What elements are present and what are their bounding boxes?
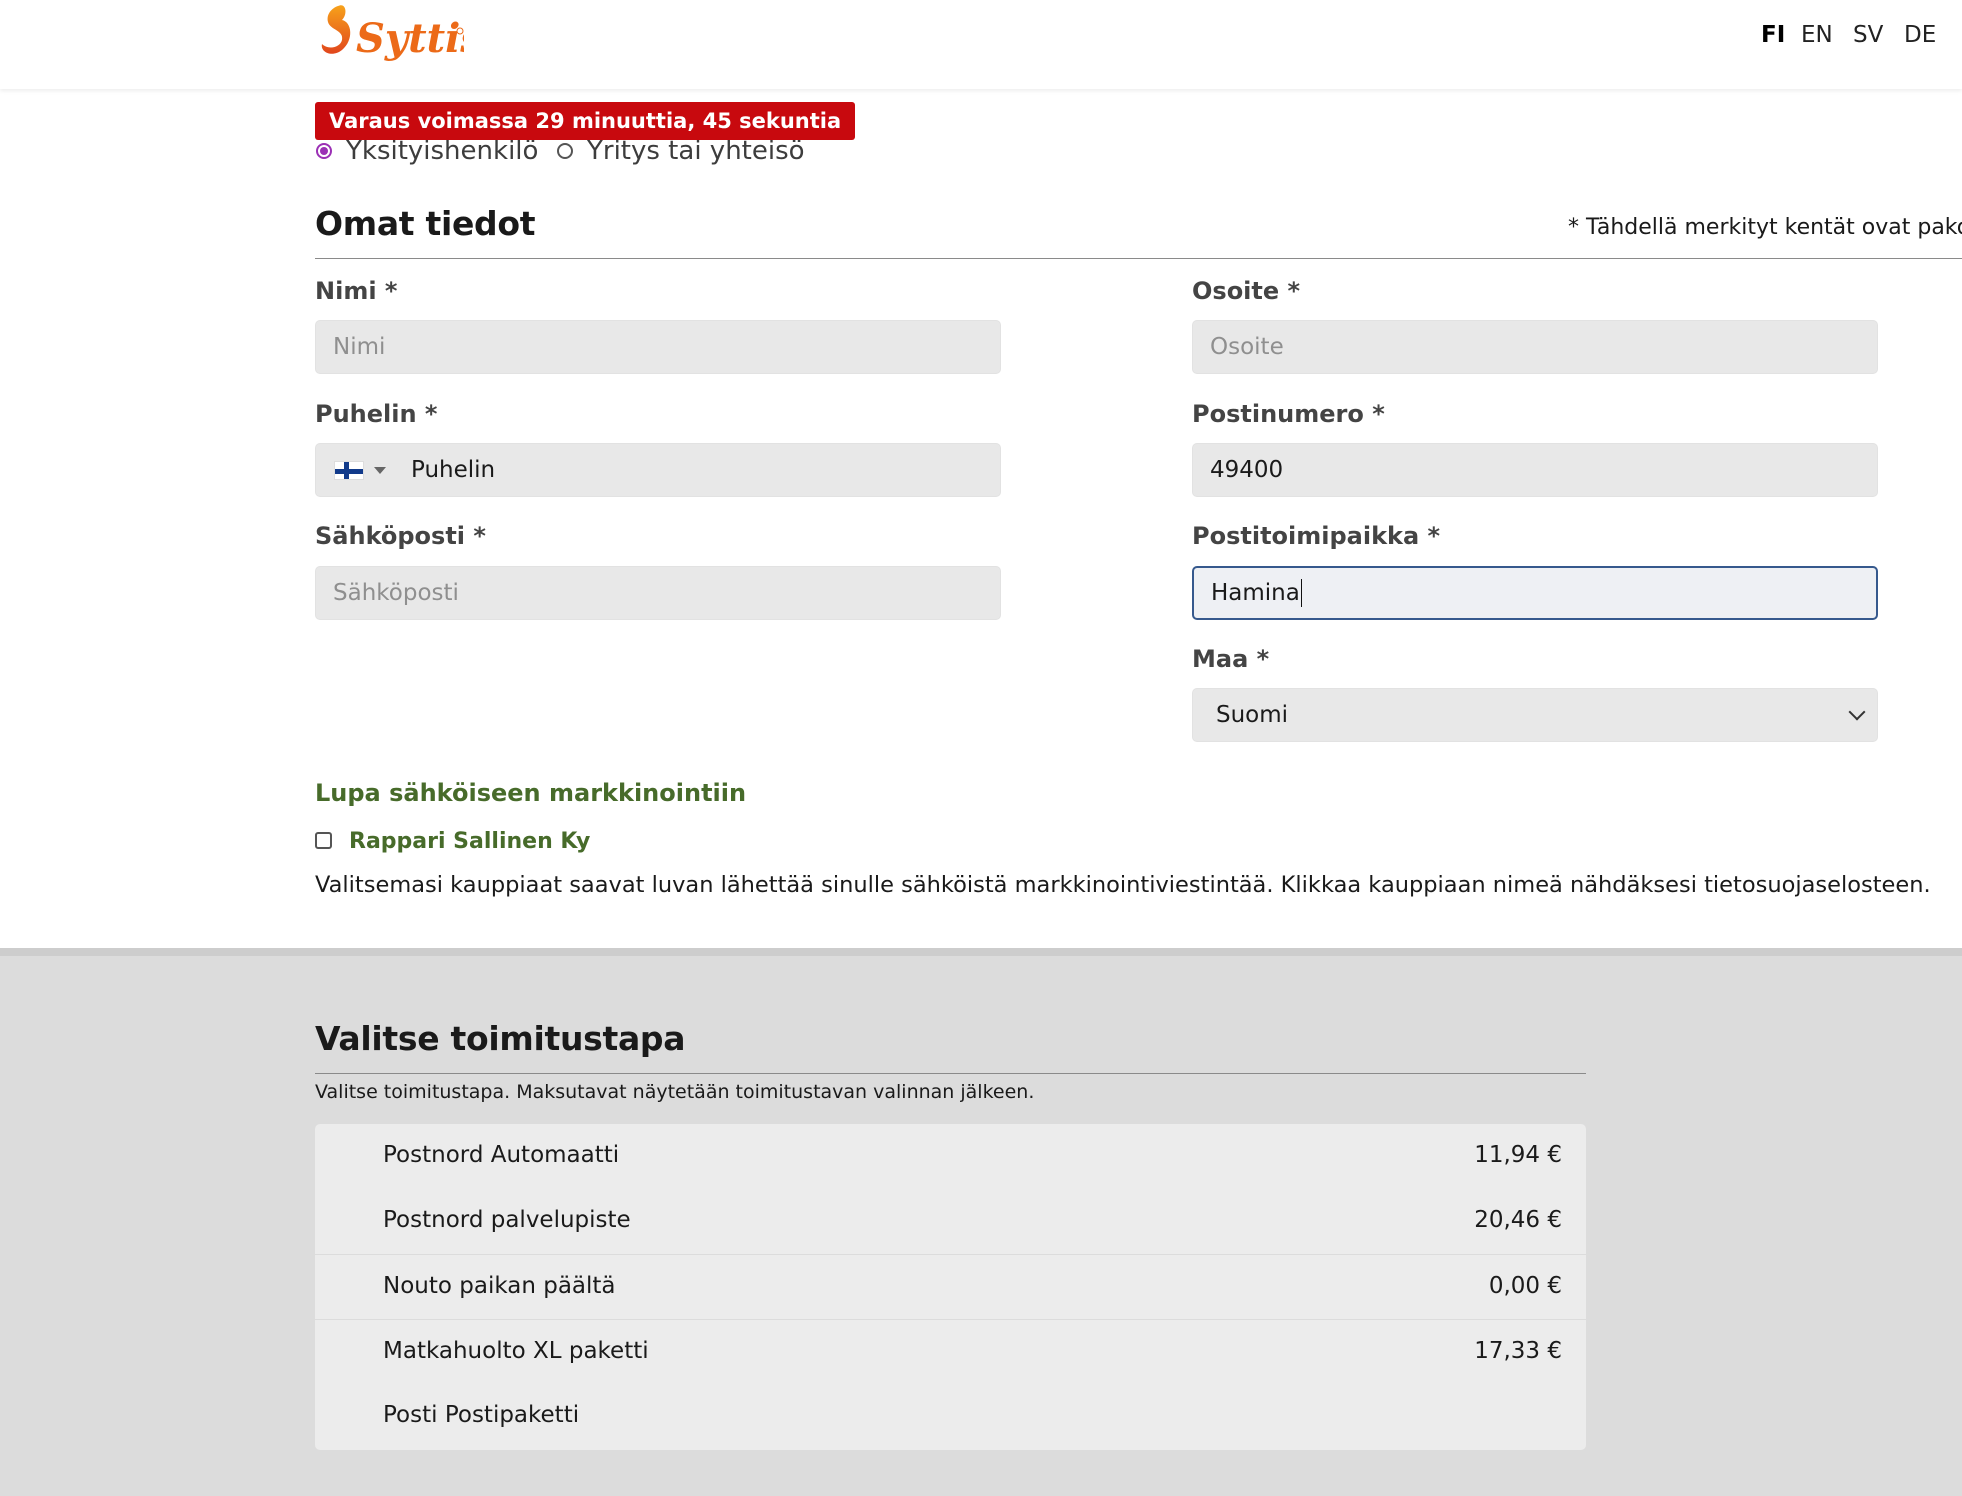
customer-type-private[interactable]: Yksityishenkilö <box>316 136 538 166</box>
text-caret <box>1300 579 1302 607</box>
email-input[interactable]: Sähköposti <box>315 566 1001 620</box>
customer-type-company-label: Yritys tai yhteisö <box>587 136 805 166</box>
radio-private[interactable] <box>316 143 332 159</box>
site-header: Syttis FI EN SV DE <box>0 0 1962 89</box>
city-value: Hamina <box>1211 580 1300 606</box>
shipping-option-name: Matkahuolto XL paketti <box>383 1338 649 1364</box>
name-placeholder: Nimi <box>333 334 386 360</box>
shipping-option-price: 11,94 € <box>1474 1142 1562 1168</box>
country-select[interactable]: Suomi <box>1192 688 1878 742</box>
divider <box>315 258 1962 259</box>
merchant-consent-checkbox[interactable] <box>315 832 332 849</box>
shipping-option-name: Posti Postipaketti <box>383 1402 580 1428</box>
postal-code-label: Postinumero * <box>1192 400 1385 428</box>
country-code-dropdown-icon[interactable] <box>374 466 386 474</box>
name-input[interactable]: Nimi <box>315 320 1001 374</box>
phone-input[interactable]: Puhelin <box>315 443 1001 497</box>
phone-label: Puhelin * <box>315 400 438 428</box>
shipping-option-price: 0,00 € <box>1488 1273 1562 1299</box>
lang-en[interactable]: EN <box>1801 22 1833 48</box>
city-label: Postitoimipaikka * <box>1192 522 1441 550</box>
lang-de[interactable]: DE <box>1904 22 1936 48</box>
name-label: Nimi * <box>315 277 398 305</box>
postal-code-value: 49400 <box>1210 457 1284 483</box>
shipping-option-name: Postnord palvelupiste <box>383 1207 631 1233</box>
country-selected-value: Suomi <box>1216 702 1289 728</box>
shipping-option-postnord-palvelupiste[interactable]: Postnord palvelupiste 20,46 € <box>315 1189 1586 1254</box>
divider <box>315 1073 1586 1074</box>
syttis-logo[interactable]: Syttis <box>316 0 464 70</box>
marketing-consent-heading: Lupa sähköiseen markkinointiin <box>315 779 747 807</box>
address-label: Osoite * <box>1192 277 1301 305</box>
shipping-option-postnord-automaatti[interactable]: Postnord Automaatti 11,94 € <box>315 1124 1586 1189</box>
phone-placeholder: Puhelin <box>411 457 496 483</box>
shipping-description: Valitse toimitustapa. Maksutavat näytetä… <box>315 1081 1035 1103</box>
address-placeholder: Osoite <box>1210 334 1284 360</box>
email-placeholder: Sähköposti <box>333 580 459 606</box>
personal-info-heading: Omat tiedot <box>315 204 536 243</box>
shipping-options-list: Postnord Automaatti 11,94 € Postnord pal… <box>315 1124 1586 1450</box>
shipping-option-price: 17,33 € <box>1474 1338 1562 1364</box>
shipping-option-price: 20,46 € <box>1474 1207 1562 1233</box>
svg-text:Syttis: Syttis <box>356 15 464 62</box>
address-input[interactable]: Osoite <box>1192 320 1878 374</box>
email-label: Sähköposti * <box>315 522 486 550</box>
customer-type-company[interactable]: Yritys tai yhteisö <box>557 136 805 166</box>
lang-fi[interactable]: FI <box>1761 22 1785 48</box>
lang-sv[interactable]: SV <box>1853 22 1883 48</box>
postal-code-input[interactable]: 49400 <box>1192 443 1878 497</box>
chevron-down-icon <box>1848 703 1866 721</box>
required-fields-note: * Tähdellä merkityt kentät ovat pakollis… <box>1568 215 1962 240</box>
shipping-option-nouto[interactable]: Nouto paikan päältä 0,00 € <box>315 1254 1586 1319</box>
marketing-consent-description: Valitsemasi kauppiaat saavat luvan lähet… <box>315 872 1931 898</box>
country-label: Maa * <box>1192 645 1270 673</box>
finland-flag-icon[interactable] <box>334 460 364 480</box>
shipping-option-posti-postipaketti[interactable]: Posti Postipaketti <box>315 1384 1586 1449</box>
customer-type-private-label: Yksityishenkilö <box>346 136 539 166</box>
city-input[interactable]: Hamina <box>1192 566 1878 620</box>
shipping-option-name: Postnord Automaatti <box>383 1142 620 1168</box>
reservation-timer-badge: Varaus voimassa 29 minuuttia, 45 sekunti… <box>315 102 856 140</box>
merchant-name-link[interactable]: Rappari Sallinen Ky <box>349 829 590 854</box>
shipping-option-name: Nouto paikan päältä <box>383 1273 616 1299</box>
shipping-option-matkahuolto-xl[interactable]: Matkahuolto XL paketti 17,33 € <box>315 1319 1586 1384</box>
radio-company[interactable] <box>557 143 573 159</box>
shipping-heading: Valitse toimitustapa <box>315 1019 686 1058</box>
